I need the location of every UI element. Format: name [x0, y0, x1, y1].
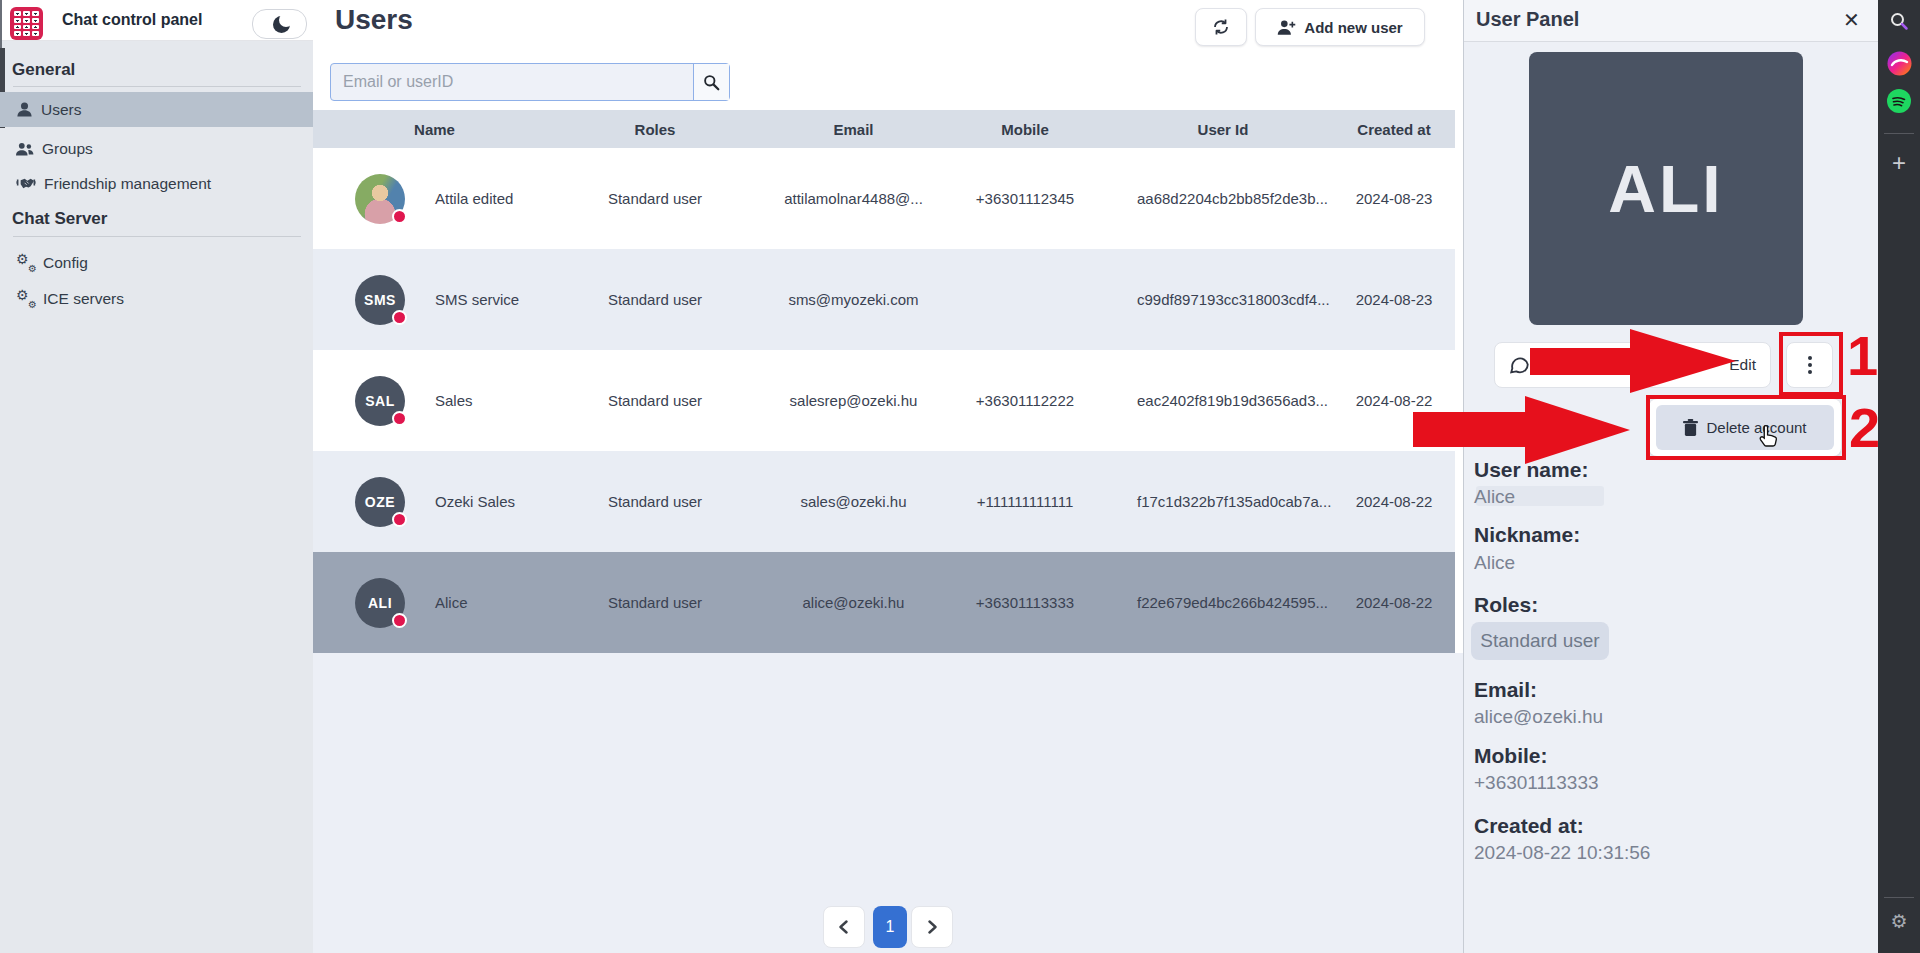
add-user-icon	[1277, 19, 1296, 36]
column-header-email[interactable]: Email	[754, 121, 939, 138]
search-icon	[703, 74, 720, 91]
hand-cursor	[1757, 424, 1779, 449]
refresh-button[interactable]	[1195, 8, 1247, 46]
gears-icon: ⚙⚙	[16, 290, 35, 307]
pagination-page-1[interactable]: 1	[873, 906, 907, 948]
app-logo-icon	[10, 7, 43, 40]
field-value-created: 2024-08-22 10:31:56	[1474, 842, 1650, 864]
sidebar-item-config[interactable]: ⚙⚙ Config	[0, 245, 313, 280]
table-row-selected[interactable]: ALIAlice Standard user alice@ozeki.hu +3…	[313, 552, 1455, 653]
divider	[1884, 133, 1914, 134]
status-dot	[392, 512, 407, 527]
field-label-username: User name:	[1474, 458, 1588, 482]
status-dot	[392, 209, 407, 224]
app-title: Chat control panel	[62, 11, 202, 29]
field-value-username: Alice	[1474, 486, 1515, 508]
user-actions-bar: Edit	[1494, 342, 1771, 388]
sidebar-section-general: General	[12, 60, 75, 80]
field-label-nickname: Nickname:	[1474, 523, 1580, 547]
close-icon[interactable]: ✕	[1843, 8, 1860, 32]
column-header-mobile[interactable]: Mobile	[939, 121, 1123, 138]
role-badge: Standard user	[1471, 622, 1609, 660]
column-header-roles[interactable]: Roles	[556, 121, 754, 138]
sidebar-item-users[interactable]: Users	[0, 92, 313, 127]
search-box: Email or userID	[330, 63, 730, 101]
field-label-email: Email:	[1474, 678, 1537, 702]
column-header-name[interactable]: Name	[313, 121, 556, 138]
table-row[interactable]: SALSales Standard user salesrep@ozeki.hu…	[313, 350, 1455, 451]
spotify-icon[interactable]	[1878, 88, 1920, 114]
field-value-mobile: +36301113333	[1474, 772, 1599, 794]
user-icon	[16, 101, 33, 118]
divider	[13, 86, 301, 87]
table-row[interactable]: Attila edited Standard user attilamolnar…	[313, 148, 1455, 249]
status-dot	[392, 613, 407, 628]
table-header: Name Roles Email Mobile User Id Created …	[313, 110, 1455, 148]
page-title: Users	[335, 4, 413, 36]
dark-mode-toggle[interactable]	[252, 9, 307, 39]
field-value-email: alice@ozeki.hu	[1474, 706, 1603, 728]
gears-icon: ⚙⚙	[16, 254, 35, 271]
divider	[13, 236, 301, 237]
chevron-left-icon	[837, 920, 851, 934]
column-header-created[interactable]: Created at	[1309, 121, 1455, 138]
users-icon	[16, 141, 34, 157]
pagination-prev-button[interactable]	[823, 906, 865, 948]
status-dot	[392, 411, 407, 426]
field-label-roles: Roles:	[1474, 593, 1538, 617]
add-new-user-button[interactable]: Add new user	[1255, 8, 1425, 46]
user-panel-title: User Panel	[1476, 8, 1579, 31]
sidebar-item-groups[interactable]: Groups	[0, 131, 313, 166]
user-panel: User Panel ✕ ALI Edit Delete account 1 2…	[1463, 0, 1878, 953]
pagination-next-button[interactable]	[911, 906, 953, 948]
browser-sidebar: + ⚙	[1878, 0, 1920, 953]
chevron-right-icon	[925, 920, 939, 934]
window-edge	[0, 0, 2, 48]
field-label-created: Created at:	[1474, 814, 1584, 838]
field-value-nickname: Alice	[1474, 552, 1515, 574]
sidebar-item-ice-servers[interactable]: ⚙⚙ ICE servers	[0, 281, 313, 316]
moon-icon	[273, 16, 290, 33]
divider	[1884, 897, 1914, 898]
table-row[interactable]: SMSSMS service Standard user sms@myozeki…	[313, 249, 1455, 350]
search-input[interactable]: Email or userID	[331, 64, 693, 100]
annotation-box-2	[1646, 395, 1846, 460]
main-content: Users Email or userID Add new user Name …	[313, 0, 1463, 953]
field-label-mobile: Mobile:	[1474, 744, 1548, 768]
chat-bubble-icon[interactable]	[1508, 354, 1531, 376]
sidebar-section-chat-server: Chat Server	[12, 209, 107, 229]
browser-search-icon[interactable]	[1878, 8, 1920, 34]
user-avatar-large: ALI	[1529, 52, 1803, 325]
table-row[interactable]: OZEOzeki Sales Standard user sales@ozeki…	[313, 451, 1455, 552]
handshake-icon	[16, 176, 36, 191]
search-button[interactable]	[693, 64, 729, 100]
edit-button[interactable]: Edit	[1729, 356, 1756, 374]
refresh-icon	[1212, 18, 1230, 36]
settings-gear-icon[interactable]: ⚙	[1878, 908, 1920, 934]
annotation-step-2: 2	[1849, 400, 1880, 456]
column-header-userid[interactable]: User Id	[1123, 121, 1309, 138]
add-sidebar-item-icon[interactable]: +	[1878, 150, 1920, 176]
annotation-step-1: 1	[1847, 328, 1878, 384]
browser-extension-icon[interactable]	[1878, 50, 1920, 76]
annotation-box-1	[1779, 332, 1843, 396]
sidebar-item-friendship[interactable]: Friendship management	[0, 166, 313, 201]
status-dot	[392, 310, 407, 325]
